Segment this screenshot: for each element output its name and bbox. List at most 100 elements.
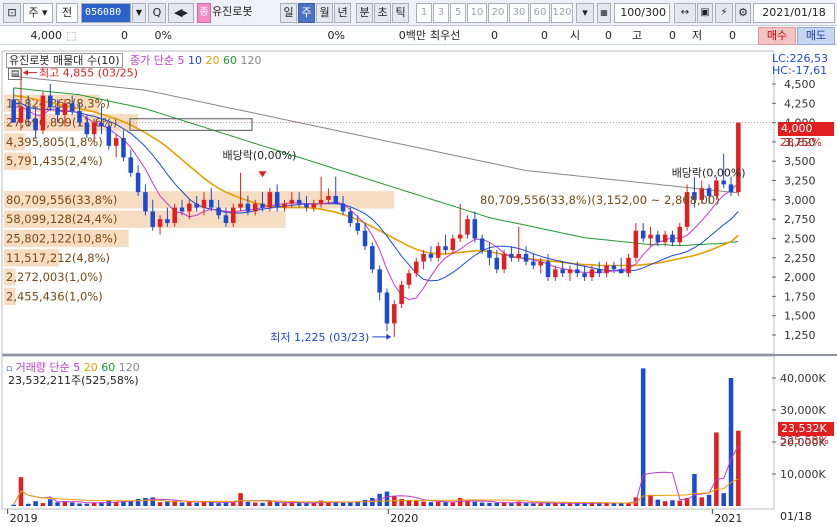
ma10-label[interactable]: 10 <box>188 54 202 67</box>
sound-icon[interactable]: ◀︎▸ <box>168 3 194 23</box>
volume-bar <box>318 500 324 506</box>
candle-body <box>501 253 507 270</box>
interval-3[interactable]: 3 <box>433 3 449 23</box>
candle-body <box>106 126 112 146</box>
candle-body <box>340 203 346 212</box>
period-second[interactable]: 초 <box>374 3 391 23</box>
price-legend: 유진로봇 매물대 수(10) 종가 단순 5 10 20 60 120 <box>6 52 262 68</box>
interval-1[interactable]: 1 <box>416 3 432 23</box>
high-value: 0 <box>669 29 676 42</box>
draw-tool-icon[interactable]: ⚡︎ <box>715 3 733 23</box>
ma120-label[interactable]: 120 <box>241 54 262 67</box>
interval-30[interactable]: 30 <box>509 3 529 23</box>
x-tick-label: 2020 <box>390 512 418 525</box>
volume-bar <box>443 502 448 506</box>
interval-dropdown-icon[interactable]: ▾ <box>576 3 594 23</box>
code-dropdown-icon[interactable]: ▼ <box>132 3 146 23</box>
tool-arrows-icon[interactable]: ↔︎ <box>674 3 696 23</box>
profile-title[interactable]: 유진로봇 매물대 수(10) <box>6 53 123 68</box>
volume-bar <box>560 503 565 506</box>
interval-20[interactable]: 20 <box>488 3 508 23</box>
volume-bar <box>165 501 170 506</box>
volume-bar <box>413 500 419 506</box>
volume-bar <box>252 502 258 506</box>
gear-icon[interactable]: ⚙ <box>735 3 751 23</box>
dividend-annotation: 배당락(0,00%) <box>223 149 297 162</box>
volume-bar <box>289 502 295 506</box>
volume-bar <box>40 503 46 506</box>
candle-body <box>223 215 229 224</box>
ma-label[interactable]: 종가 단순 <box>130 54 174 67</box>
grid-icon[interactable]: ▦ <box>597 3 611 23</box>
date-field[interactable]: 2021/01/18 <box>753 3 835 23</box>
ma20-label[interactable]: 20 <box>206 54 220 67</box>
volume-bar <box>143 498 148 506</box>
volume-bar <box>194 502 199 506</box>
table-icon[interactable]: ▤ <box>8 68 22 80</box>
candle-body <box>40 95 46 131</box>
volume-tick-label: 40,000K <box>780 372 826 385</box>
candle-body <box>362 230 368 247</box>
candle-body <box>91 122 97 135</box>
candle-body <box>633 230 639 258</box>
candle-body <box>662 234 668 243</box>
interval-120[interactable]: 120 <box>551 3 573 23</box>
candle-body <box>516 253 522 258</box>
type-select[interactable]: 주 ▾ <box>23 3 53 23</box>
volume-bar <box>640 368 646 506</box>
candle-body <box>457 234 463 239</box>
screen-number-icon[interactable]: ⊡ <box>3 3 21 23</box>
candle-body <box>289 199 295 204</box>
candle-body <box>157 219 163 227</box>
candle-body <box>318 199 324 204</box>
period-year[interactable]: 년 <box>334 3 351 23</box>
profile-label: 25,802,122(10,8%) <box>6 231 117 245</box>
profile-label: 2,272,003(1,0%) <box>6 270 103 284</box>
period-tick[interactable]: 틱 <box>392 3 409 23</box>
candle-body <box>179 207 185 212</box>
candle-body <box>553 269 558 278</box>
volume-bars <box>11 368 741 506</box>
buy-button[interactable]: 매수 <box>758 27 796 45</box>
change-value: 0 <box>121 29 128 42</box>
candle-body <box>618 269 624 274</box>
ma5-label[interactable]: 5 <box>178 54 185 67</box>
low-value: 0 <box>729 29 736 42</box>
price-tick-label: 4,250 <box>784 97 816 110</box>
candle-body <box>596 269 602 274</box>
volume-bar <box>62 501 68 506</box>
volume-bar <box>421 501 426 506</box>
interval-10[interactable]: 10 <box>467 3 487 23</box>
interval-5[interactable]: 5 <box>450 3 466 23</box>
candle-body <box>99 122 104 127</box>
period-week[interactable]: 주 <box>298 3 315 23</box>
volume-bar <box>706 494 712 506</box>
chart-canvas[interactable]: 19,824,863(8,3%)27,696,899(11,6%)4,395,8… <box>0 46 837 527</box>
candle-body <box>216 207 221 216</box>
price-tick-label: 2,000 <box>784 271 816 284</box>
prev-select[interactable]: 전 <box>56 3 78 23</box>
sell-button[interactable]: 매도 <box>797 27 835 45</box>
profile-label: 5,791,435(2,4%) <box>6 154 103 168</box>
candle-body <box>260 203 265 208</box>
candle-body <box>531 261 536 266</box>
stock-code-input[interactable]: 056080 <box>81 3 131 23</box>
chart-type-icon[interactable]: ▣ <box>697 3 713 23</box>
volume-bar <box>728 378 734 506</box>
flat-indicator: ⬚ <box>66 29 77 42</box>
search-icon[interactable]: Q <box>148 3 166 23</box>
candle-body <box>165 219 170 224</box>
period-month[interactable]: 월 <box>316 3 333 23</box>
count-input[interactable]: 100/300 <box>614 3 670 23</box>
period-day[interactable]: 일 <box>280 3 297 23</box>
candle-body <box>77 111 82 123</box>
ma60-label[interactable]: 60 <box>223 54 237 67</box>
chart-area[interactable]: 19,824,863(8,3%)27,696,899(11,6%)4,395,8… <box>0 46 837 527</box>
period-minute[interactable]: 분 <box>356 3 373 23</box>
candle-body <box>575 269 580 274</box>
candle-body <box>355 223 360 231</box>
volume-bar <box>304 503 309 506</box>
candle-body <box>326 195 331 200</box>
interval-60[interactable]: 60 <box>530 3 550 23</box>
candle-body <box>538 261 543 266</box>
